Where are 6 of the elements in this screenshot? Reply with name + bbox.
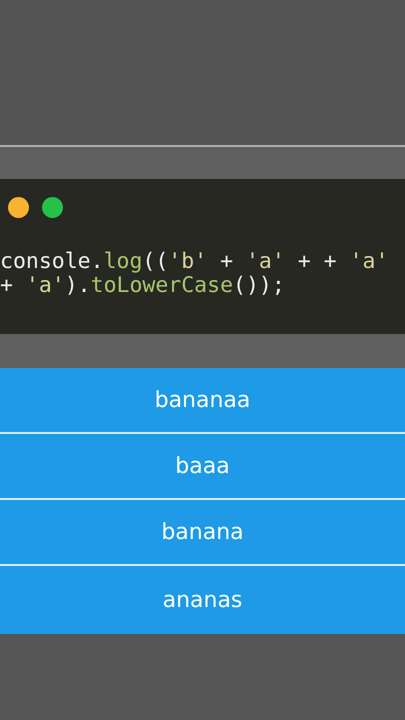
code-line: + 'a').toLowerCase()); xyxy=(0,274,285,298)
answer-button[interactable]: baaa xyxy=(0,434,405,500)
answer-button[interactable]: ananas xyxy=(0,566,405,634)
code-line: console.log(('b' + 'a' + + 'a' xyxy=(0,250,388,274)
answer-button[interactable]: banana xyxy=(0,500,405,566)
answer-button[interactable]: bananaa xyxy=(0,368,405,434)
